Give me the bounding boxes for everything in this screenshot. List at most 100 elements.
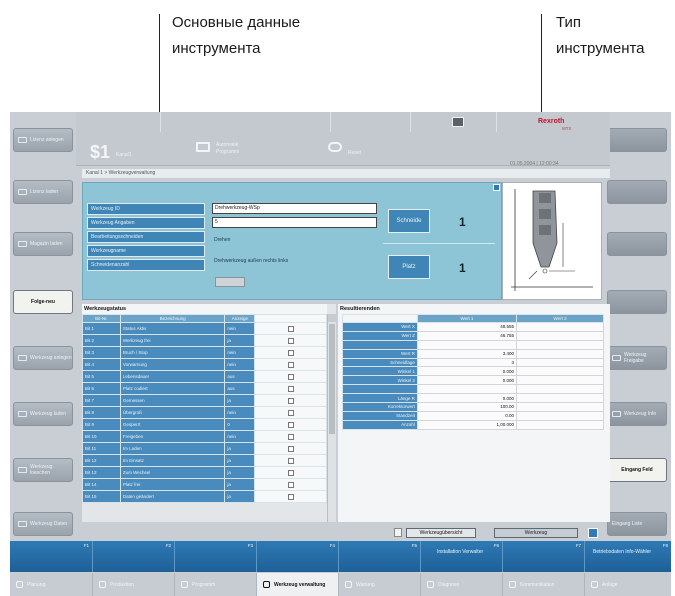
result-value-2[interactable] bbox=[515, 410, 605, 421]
status-checkbox[interactable] bbox=[287, 337, 294, 344]
status-scrollbar[interactable] bbox=[327, 314, 336, 522]
action-icon[interactable] bbox=[394, 528, 402, 537]
softkey-right-5[interactable]: Werkzeug Freigabe bbox=[607, 346, 667, 370]
tab-diagnosis[interactable]: Diagnose bbox=[421, 573, 503, 596]
status-checkbox[interactable] bbox=[287, 385, 294, 392]
table-row[interactable]: Bit 8 Übergroß nein bbox=[82, 406, 327, 419]
status-checkbox[interactable] bbox=[287, 397, 294, 404]
status-checkbox[interactable] bbox=[287, 421, 294, 428]
tab-planning[interactable]: Planung bbox=[10, 573, 93, 596]
result-value[interactable]: 3 bbox=[416, 357, 517, 368]
function-key-4[interactable]: F4 bbox=[257, 541, 339, 572]
result-value-2[interactable] bbox=[515, 348, 605, 359]
function-key-1[interactable]: F1 bbox=[10, 541, 93, 572]
result-value[interactable]: 1,00.000 bbox=[416, 419, 517, 430]
edge-button[interactable]: Schneide bbox=[388, 209, 430, 233]
monitor-icon[interactable] bbox=[452, 117, 464, 127]
tab-communication[interactable]: Kommunikation bbox=[503, 573, 585, 596]
result-value-2[interactable] bbox=[515, 330, 605, 341]
table-row[interactable]: Bit 12 Im Einsatz ja bbox=[82, 454, 327, 467]
place-button[interactable]: Platz bbox=[388, 255, 430, 279]
softkey-right-8[interactable]: Eingang Liste bbox=[607, 512, 667, 536]
result-value-2[interactable] bbox=[515, 322, 605, 332]
softkey-right-3[interactable] bbox=[607, 232, 667, 256]
table-row[interactable]: Bit 9 Gesperrt 0 bbox=[82, 418, 327, 431]
softkey-right-2[interactable] bbox=[607, 180, 667, 204]
tool-info-field[interactable]: 5 bbox=[212, 217, 377, 228]
result-value-2[interactable] bbox=[515, 366, 605, 377]
softkey-left-8[interactable]: Werkzeug Daten bbox=[13, 512, 73, 536]
table-row[interactable]: Bit 7 Gemessen ja bbox=[82, 394, 327, 407]
status-checkbox[interactable] bbox=[287, 457, 294, 464]
status-checkbox[interactable] bbox=[287, 469, 294, 476]
softkey-left-1[interactable]: Lizenz anlegen bbox=[13, 128, 73, 152]
softkey-left-6[interactable]: Werkzeug laden bbox=[13, 402, 73, 426]
function-key-5[interactable]: F5 bbox=[339, 541, 421, 572]
status-checkbox[interactable] bbox=[287, 481, 294, 488]
tab-production[interactable]: Produktion bbox=[93, 573, 175, 596]
table-row[interactable]: Bit 11 Im Laden ja bbox=[82, 442, 327, 455]
table-row[interactable]: Bit 10 Freigeben nein bbox=[82, 430, 327, 443]
tab-tool-management[interactable]: Werkzeug verwaltung bbox=[257, 573, 339, 596]
softkey-right-7[interactable]: Eingang Feld bbox=[607, 458, 667, 482]
softkey-right-1[interactable] bbox=[607, 128, 667, 152]
result-value-2[interactable] bbox=[515, 357, 605, 368]
panel-close-icon[interactable] bbox=[493, 184, 500, 191]
status-checkbox[interactable] bbox=[287, 361, 294, 368]
function-key-3[interactable]: F3 bbox=[175, 541, 257, 572]
result-value[interactable]: 3.400 bbox=[416, 348, 517, 359]
result-value-2[interactable] bbox=[515, 402, 605, 412]
table-row[interactable]: Bit 3 Bruch / Stop nein bbox=[82, 346, 327, 359]
softkey-left-7[interactable]: Werkzeug loeschen bbox=[13, 458, 73, 482]
status-checkbox[interactable] bbox=[287, 373, 294, 380]
confirm-icon[interactable] bbox=[588, 528, 598, 538]
softkey-right-4[interactable] bbox=[607, 290, 667, 314]
scroll-up-arrow-icon[interactable] bbox=[328, 314, 336, 322]
result-value-2[interactable] bbox=[515, 339, 605, 350]
table-row[interactable]: Bit 1 Status Aktiv nein bbox=[82, 322, 327, 335]
function-key-7[interactable]: F7 bbox=[503, 541, 585, 572]
scroll-thumb[interactable] bbox=[329, 324, 335, 434]
result-value[interactable]: 0.000 bbox=[416, 366, 517, 377]
result-value[interactable]: 0.00 bbox=[416, 410, 517, 421]
tool-overview-button[interactable]: Werkzeugübersicht bbox=[406, 528, 476, 538]
softkey-left-4[interactable]: Folge-neu bbox=[13, 290, 73, 314]
tab-plant[interactable]: Anlage bbox=[585, 573, 671, 596]
status-checkbox[interactable] bbox=[287, 349, 294, 356]
result-value-2[interactable] bbox=[515, 375, 605, 386]
result-value[interactable]: 0.000 bbox=[416, 393, 517, 404]
table-row[interactable]: Bit 13 Zum Wechsel ja bbox=[82, 466, 327, 479]
result-value[interactable]: 0.000 bbox=[416, 375, 517, 386]
softkey-left-5[interactable]: Werkzeug anlegen bbox=[13, 346, 73, 370]
table-row[interactable]: Bit 15 Daten geändert ja bbox=[82, 490, 327, 503]
status-checkbox[interactable] bbox=[287, 433, 294, 440]
softkey-left-2[interactable]: Lizenz laden bbox=[13, 180, 73, 204]
result-value[interactable] bbox=[416, 384, 517, 395]
result-value-2[interactable] bbox=[515, 419, 605, 430]
result-value[interactable] bbox=[416, 339, 517, 350]
edge-count-box[interactable] bbox=[215, 277, 245, 287]
tab-program[interactable]: Programm bbox=[175, 573, 257, 596]
function-key-2[interactable]: F2 bbox=[93, 541, 175, 572]
tab-maintenance[interactable]: Wartung bbox=[339, 573, 421, 596]
table-row[interactable]: Bit 2 Werkzeug frei ja bbox=[82, 334, 327, 347]
function-key-6[interactable]: Installation Verwalter F6 bbox=[421, 541, 503, 572]
tool-id-field[interactable]: Drehwerkzeug-WSp bbox=[212, 203, 377, 214]
status-checkbox[interactable] bbox=[287, 493, 294, 500]
tool-button[interactable]: Werkzeug bbox=[494, 528, 578, 538]
result-value[interactable]: 48.555 bbox=[416, 322, 517, 332]
status-checkbox[interactable] bbox=[287, 445, 294, 452]
result-value[interactable]: 46.755 bbox=[416, 330, 517, 341]
function-key-8[interactable]: Betriebsdaten Info-Wähler F8 bbox=[585, 541, 671, 572]
result-value-2[interactable] bbox=[515, 393, 605, 404]
status-checkbox[interactable] bbox=[287, 325, 294, 332]
table-row[interactable]: Bit 4 Vorwarnung nein bbox=[82, 358, 327, 371]
table-row[interactable]: Bit 14 Platz frei ja bbox=[82, 478, 327, 491]
softkey-right-6[interactable]: Werkzeug Info bbox=[607, 402, 667, 426]
softkey-left-3[interactable]: Magazin laden bbox=[13, 232, 73, 256]
result-value-2[interactable] bbox=[515, 384, 605, 395]
result-value[interactable]: 100.00 bbox=[416, 402, 517, 412]
table-row[interactable]: Bit 5 Lebensdauer aus bbox=[82, 370, 327, 383]
status-checkbox[interactable] bbox=[287, 409, 294, 416]
table-row[interactable]: Bit 6 Platz codiert aus bbox=[82, 382, 327, 395]
